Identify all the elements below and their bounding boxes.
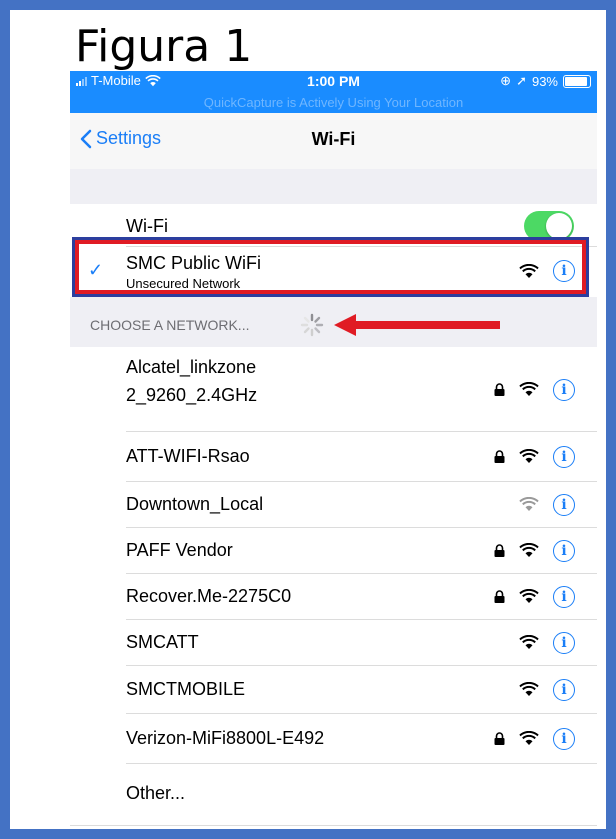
info-icon[interactable]: i xyxy=(553,260,575,282)
slide-title: Figura 1 xyxy=(75,21,253,72)
wifi-signal-icon xyxy=(519,682,539,696)
battery-icon xyxy=(563,74,591,88)
wifi-toggle-switch[interactable] xyxy=(524,211,574,241)
wifi-signal-icon xyxy=(519,382,539,396)
wifi-signal-icon xyxy=(519,497,539,511)
other-network-row[interactable]: Other... xyxy=(70,764,597,825)
network-name: PAFF Vendor xyxy=(126,540,233,560)
connected-network-name: SMC Public WiFi xyxy=(126,253,262,273)
network-row[interactable]: Verizon-MiFi8800L-E492 i xyxy=(70,714,597,764)
network-row[interactable]: Downtown_Local i xyxy=(70,482,597,528)
network-row[interactable]: Recover.Me-2275C0 i xyxy=(70,574,597,620)
wifi-toggle-row: Wi-Fi xyxy=(70,204,597,247)
wifi-signal-icon xyxy=(519,264,539,278)
checkmark-icon: ✓ xyxy=(88,260,104,280)
status-bar: T-Mobile 1:00 PM ⊕ ➚ 93% QuickCapture is… xyxy=(70,71,597,113)
navigation-bar: Settings Wi-Fi xyxy=(70,113,597,170)
wifi-signal-icon xyxy=(519,635,539,649)
red-arrow-icon xyxy=(334,314,500,336)
network-row[interactable]: PAFF Vendor i xyxy=(70,528,597,574)
network-name: Verizon-MiFi8800L-E492 xyxy=(126,728,325,748)
network-name: SMCTMOBILE xyxy=(126,679,246,699)
network-name: Downtown_Local xyxy=(126,494,264,514)
network-name: SMCATT xyxy=(126,632,199,652)
info-icon[interactable]: i xyxy=(553,540,575,562)
divider xyxy=(70,825,597,826)
network-row[interactable]: ATT-WIFI-Rsao i xyxy=(70,432,597,482)
lock-icon xyxy=(494,450,505,463)
network-row[interactable]: SMCATT i xyxy=(70,620,597,666)
network-name: ATT-WIFI-Rsao xyxy=(126,446,250,466)
connected-network-subtitle: Unsecured Network xyxy=(126,276,241,291)
info-icon[interactable]: i xyxy=(553,446,575,468)
section-header: CHOOSE A NETWORK... xyxy=(70,303,597,347)
info-icon[interactable]: i xyxy=(553,728,575,750)
lock-icon xyxy=(494,732,505,745)
network-name-continued: 2_9260_2.4GHz xyxy=(126,385,258,405)
wifi-signal-icon xyxy=(519,731,539,745)
network-name: Alcatel_linkzone xyxy=(126,357,257,377)
location-banner[interactable]: QuickCapture is Actively Using Your Loca… xyxy=(70,95,597,110)
info-icon[interactable]: i xyxy=(553,679,575,701)
info-icon[interactable]: i xyxy=(553,379,575,401)
lock-icon xyxy=(494,544,505,557)
wifi-toggle-label: Wi-Fi xyxy=(126,216,168,236)
network-name: Recover.Me-2275C0 xyxy=(126,586,292,606)
location-arrow-icon: ➚ xyxy=(516,73,527,88)
network-row[interactable]: Alcatel_linkzone 2_9260_2.4GHz i xyxy=(70,347,597,432)
page-title: Wi-Fi xyxy=(311,129,356,149)
phone-screen: T-Mobile 1:00 PM ⊕ ➚ 93% QuickCapture is… xyxy=(70,71,597,826)
info-icon[interactable]: i xyxy=(553,494,575,516)
status-right: ⊕ ➚ 93% xyxy=(500,73,591,89)
connected-network-row[interactable]: ✓ SMC Public WiFi Unsecured Network i xyxy=(70,247,597,297)
section-spacer xyxy=(70,169,597,204)
wifi-signal-icon xyxy=(519,543,539,557)
rotation-lock-icon: ⊕ xyxy=(500,73,512,88)
loading-spinner-icon xyxy=(300,313,324,337)
battery-percent: 93% xyxy=(531,73,558,89)
lock-icon xyxy=(494,383,505,396)
section-header-label: CHOOSE A NETWORK... xyxy=(90,317,250,333)
info-icon[interactable]: i xyxy=(553,586,575,608)
wifi-signal-icon xyxy=(519,449,539,463)
other-network-label: Other... xyxy=(126,783,186,803)
wifi-signal-icon xyxy=(519,589,539,603)
lock-icon xyxy=(494,590,505,603)
info-icon[interactable]: i xyxy=(553,632,575,654)
network-row[interactable]: SMCTMOBILE i xyxy=(70,666,597,714)
